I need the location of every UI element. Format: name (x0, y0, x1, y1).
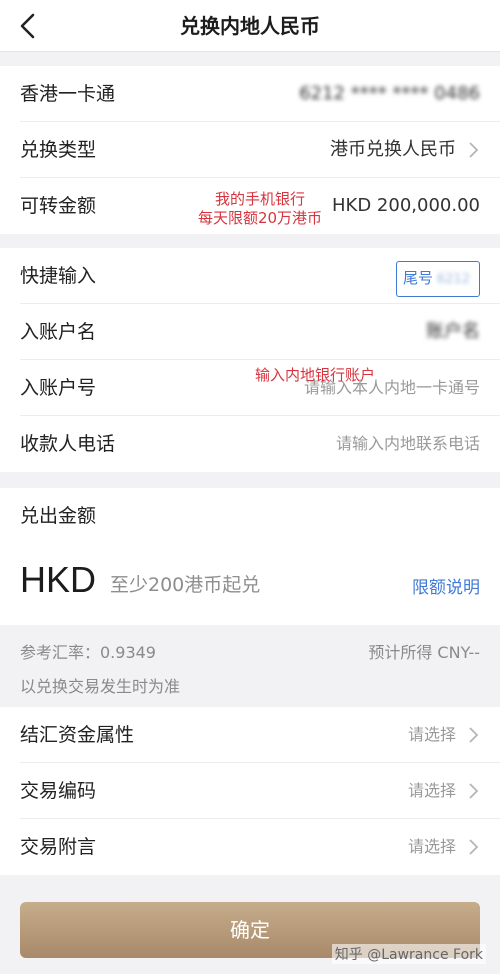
quick-input-label: 快捷输入 (20, 265, 97, 287)
card-label: 香港一卡通 (20, 83, 116, 105)
account-number-label: 入账户号 (20, 377, 97, 399)
chevron-right-icon (469, 839, 479, 855)
amount-label-row: 兑出金额 (20, 488, 500, 544)
fund-attribute-select[interactable]: 请选择 (408, 707, 456, 763)
account-name-value: 账户名 (426, 321, 480, 342)
annotation-daily-limit: 我的手机银行 每天限额20万港币 (190, 190, 330, 228)
transaction-note-row[interactable]: 交易附言 请选择 (20, 819, 500, 875)
page-title: 兑换内地人民币 (180, 14, 320, 38)
amount-input[interactable] (110, 571, 330, 599)
chevron-right-icon (469, 783, 479, 799)
tail-number-label: 尾号 (403, 269, 434, 287)
exchange-type-label: 兑换类型 (20, 139, 97, 161)
exchange-type-row[interactable]: 兑换类型 港币兑换人民币 (20, 122, 500, 178)
annotation-account: 输入内地银行账户 (254, 366, 375, 384)
chevron-right-icon (469, 142, 479, 158)
phone-input[interactable]: 请输入内地联系电话 (336, 416, 480, 472)
transaction-note-label: 交易附言 (20, 836, 97, 858)
rate-info: 参考汇率：0.9349 预计所得 CNY-- 以兑换交易发生时为准 (0, 625, 500, 707)
transaction-code-select[interactable]: 请选择 (408, 763, 456, 819)
watermark: 知乎 @Lawrance Fork (331, 944, 486, 964)
phone-row[interactable]: 收款人电话 请输入内地联系电话 (20, 416, 500, 472)
account-name-label: 入账户名 (20, 321, 97, 343)
phone-label: 收款人电话 (20, 433, 116, 455)
transaction-code-row[interactable]: 交易编码 请选择 (20, 763, 500, 819)
transaction-note-select[interactable]: 请选择 (408, 819, 456, 875)
estimated-amount: 预计所得 CNY-- (368, 643, 480, 662)
annotation-line: 我的手机银行 (214, 190, 305, 208)
payee-section: 快捷输入 尾号 6212 入账户名 账户名 入账户号 请输入本人内地一卡通号 收款… (0, 248, 500, 472)
nav-bar: 兑换内地人民币 (0, 0, 500, 52)
exchange-type-value: 港币兑换人民币 (330, 139, 456, 160)
extra-section: 结汇资金属性 请选择 交易编码 请选择 交易附言 请选择 (0, 707, 500, 875)
amount-label: 兑出金额 (20, 505, 97, 527)
account-name-row[interactable]: 入账户名 账户名 (20, 304, 500, 360)
annotation-line: 每天限额20万港币 (197, 209, 323, 227)
amount-label-section: 兑出金额 (0, 488, 500, 545)
amount-entry: HKD 限额说明 (0, 545, 500, 625)
card-number: 6212 **** **** 0486 (299, 83, 480, 104)
fund-attribute-row[interactable]: 结汇资金属性 请选择 (20, 707, 500, 763)
quick-input-row: 快捷输入 尾号 6212 (20, 248, 500, 304)
rate-note: 以兑换交易发生时为准 (20, 677, 181, 696)
card-row: 香港一卡通 6212 **** **** 0486 (20, 66, 500, 122)
limit-info-link[interactable]: 限额说明 (412, 573, 480, 598)
available-label: 可转金额 (20, 195, 97, 217)
fund-attribute-label: 结汇资金属性 (20, 724, 135, 746)
currency-code: HKD (20, 559, 97, 600)
chevron-right-icon (469, 727, 479, 743)
reference-rate: 参考汇率：0.9349 (20, 643, 156, 662)
tail-number-button[interactable]: 尾号 6212 (396, 261, 480, 297)
transaction-code-label: 交易编码 (20, 780, 97, 802)
tail-number-masked: 6212 (437, 272, 471, 287)
available-value: HKD 200,000.00 (332, 195, 480, 216)
